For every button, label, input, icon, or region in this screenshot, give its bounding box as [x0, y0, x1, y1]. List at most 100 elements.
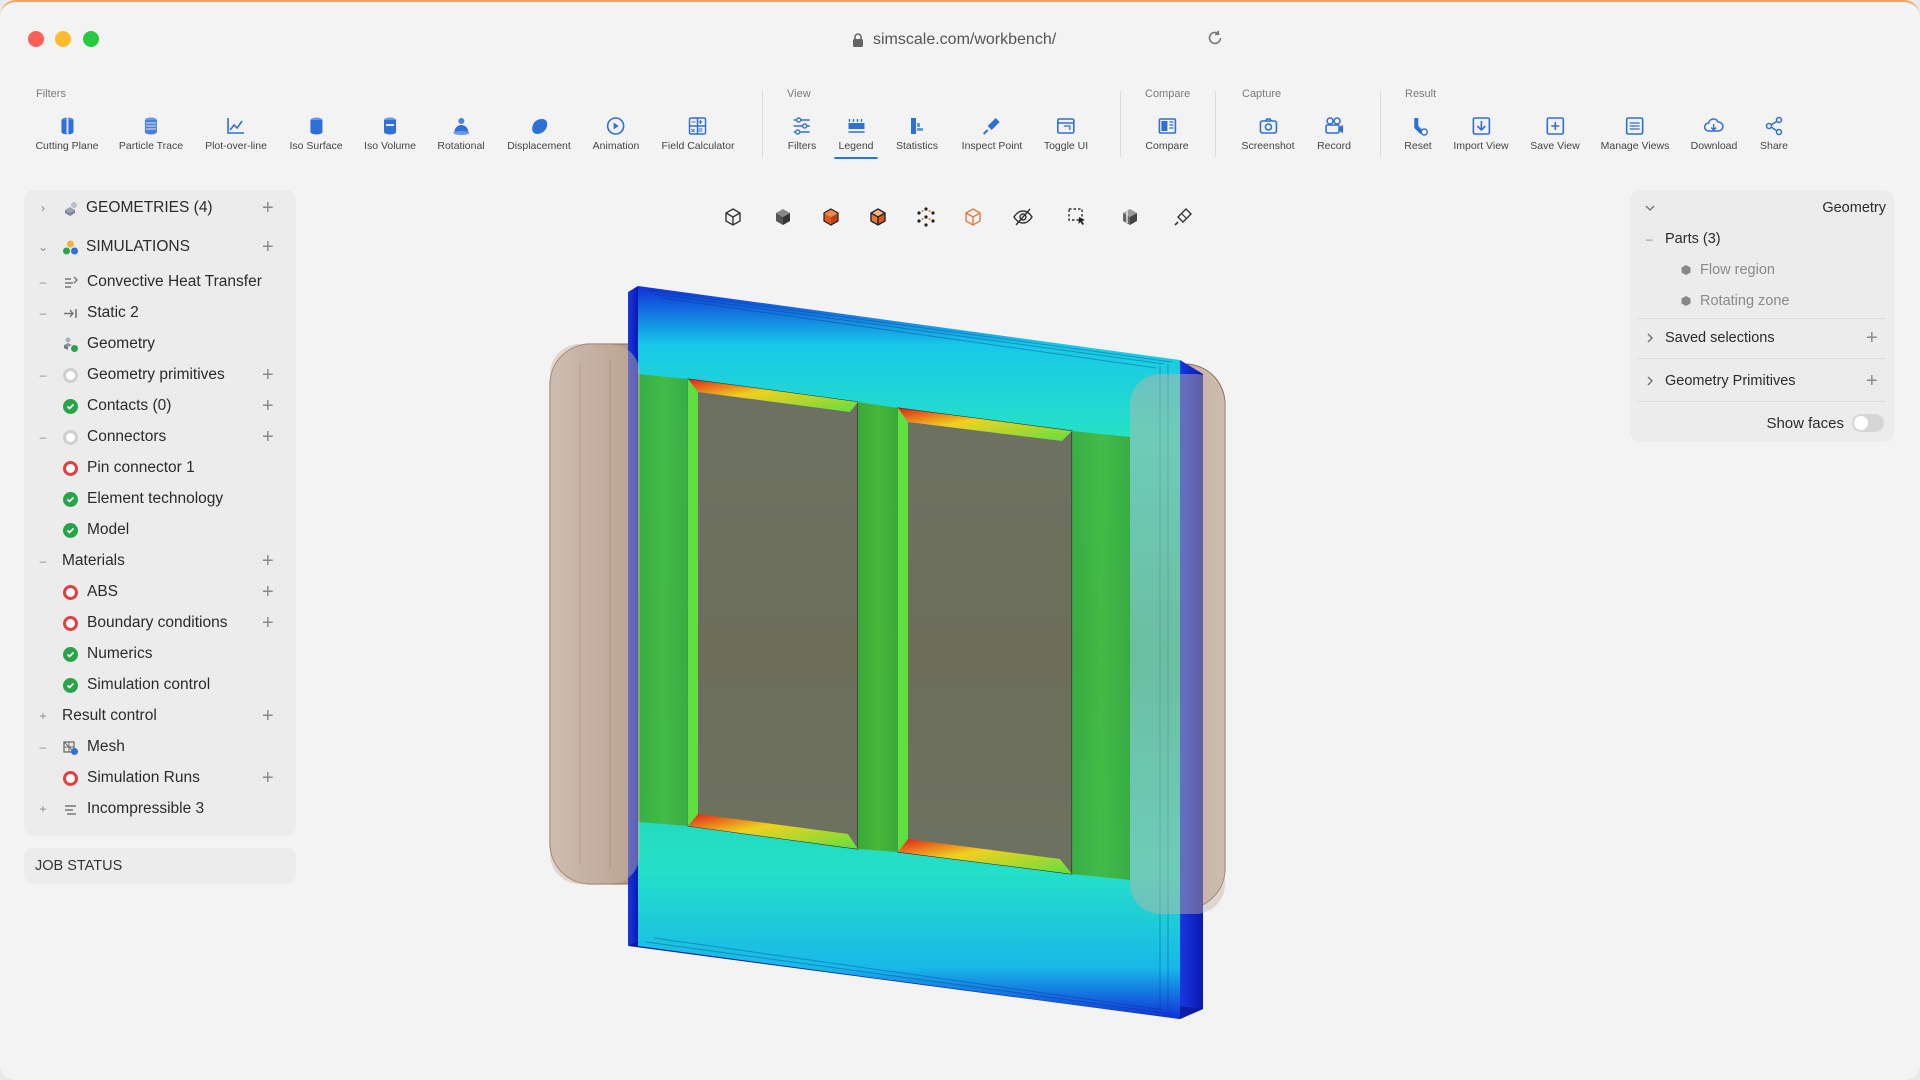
import-view-button[interactable]: Import View	[1453, 115, 1509, 152]
close-window-button[interactable]	[28, 31, 44, 47]
tree-item-simulation-runs[interactable]: Simulation Runs +	[24, 763, 296, 793]
add-boundary-condition-button[interactable]: +	[262, 613, 274, 633]
geometry-primitives-group[interactable]: Geometry Primitives +	[1630, 366, 1894, 396]
tree-item-static-2[interactable]: – Static 2	[24, 298, 296, 328]
add-contact-button[interactable]: +	[262, 396, 274, 416]
reload-icon[interactable]	[1206, 29, 1224, 47]
field-calculator-button[interactable]: Field Calculator	[662, 115, 734, 152]
download-button[interactable]: Download	[1691, 115, 1737, 152]
tree-item-element-technology[interactable]: Element technology	[24, 484, 296, 514]
manage-views-button[interactable]: Manage Views	[1601, 115, 1669, 152]
filters-button[interactable]: Filters	[788, 115, 816, 152]
zoom-window-button[interactable]	[83, 31, 99, 47]
tree-item-numerics[interactable]: Numerics	[24, 639, 296, 669]
legend-button[interactable]: Legend	[834, 115, 878, 159]
geometry-panel-header[interactable]: Geometry	[1630, 193, 1894, 223]
collapse-marker[interactable]: –	[1646, 232, 1653, 246]
measure-tool-button[interactable]	[1166, 200, 1200, 234]
minimize-window-button[interactable]	[55, 31, 71, 47]
tree-item-geometries[interactable]: › GEOMETRIES (4) +	[24, 193, 296, 223]
pending-status-icon	[62, 367, 79, 384]
tree-item-simulation-control[interactable]: Simulation control	[24, 670, 296, 700]
view-cube-outline-button[interactable]	[716, 200, 750, 234]
record-button[interactable]: Record	[1317, 115, 1351, 152]
tree-item-geometry-primitives[interactable]: – Geometry primitives +	[24, 360, 296, 390]
save-view-button[interactable]: Save View	[1530, 115, 1580, 152]
animation-button[interactable]: Animation	[593, 115, 639, 152]
displacement-label: Displacement	[507, 140, 571, 152]
add-geometry-primitive-button[interactable]: +	[262, 365, 274, 385]
address-bar[interactable]: simscale.com/workbench/	[852, 28, 1056, 52]
tree-item-contacts[interactable]: Contacts (0) +	[24, 391, 296, 421]
error-status-icon	[62, 584, 79, 601]
chevron-right-icon[interactable]: ›	[38, 201, 48, 215]
inspect-point-button[interactable]: Inspect Point	[961, 115, 1023, 152]
box-select-button[interactable]	[1060, 200, 1094, 234]
tree-item-mesh[interactable]: – Mesh	[24, 732, 296, 762]
view-points-button[interactable]	[909, 200, 943, 234]
chevron-right-icon[interactable]	[1643, 331, 1657, 345]
tree-item-boundary-conditions[interactable]: Boundary conditions +	[24, 608, 296, 638]
particle-trace-button[interactable]: Particle Trace	[119, 115, 183, 152]
view-surfaces-edges-button[interactable]	[861, 200, 895, 234]
part-item-rotating-zone[interactable]: Rotating zone	[1630, 286, 1894, 316]
plot-over-line-button[interactable]: Plot-over-line	[205, 115, 267, 152]
add-result-control-button[interactable]: +	[262, 706, 274, 726]
rotational-button[interactable]: Rotational	[437, 115, 485, 152]
add-material-button[interactable]: +	[262, 551, 274, 571]
share-button[interactable]: Share	[1760, 115, 1788, 152]
add-simulation-button[interactable]: +	[262, 237, 274, 257]
cutting-plane-button[interactable]: Cutting Plane	[35, 115, 99, 152]
tree-item-abs[interactable]: ABS +	[24, 577, 296, 607]
cutting-plane-icon	[60, 117, 73, 135]
section-view-button[interactable]	[1113, 200, 1147, 234]
panel-divider	[1638, 358, 1886, 359]
add-connector-button[interactable]: +	[262, 427, 274, 447]
tree-item-convective-heat-transfer[interactable]: – Convective Heat Transfer	[24, 267, 296, 297]
tree-item-materials[interactable]: – Materials +	[24, 546, 296, 576]
3d-viewport[interactable]	[520, 274, 1370, 1034]
chevron-down-icon[interactable]: ⌄	[38, 240, 48, 254]
core-window-left	[687, 378, 859, 850]
displacement-button[interactable]: Displacement	[507, 115, 571, 152]
job-status-panel[interactable]: JOB STATUS	[24, 848, 296, 884]
add-simulation-run-button[interactable]: +	[262, 768, 274, 788]
reset-button[interactable]: Reset	[1404, 115, 1432, 152]
tree-item-incompressible-3[interactable]: + Incompressible 3	[24, 794, 296, 824]
tree-label: Incompressible 3	[87, 800, 205, 817]
tree-item-pin-connector-1[interactable]: Pin connector 1	[24, 453, 296, 483]
collapse-marker: –	[39, 306, 47, 320]
tree-item-model[interactable]: Model	[24, 515, 296, 545]
hide-selection-button[interactable]	[1006, 200, 1040, 234]
chevron-down-icon[interactable]	[1643, 201, 1657, 215]
heat-transfer-icon	[62, 274, 79, 291]
tree-label: Static 2	[87, 304, 139, 321]
compare-button[interactable]: Compare	[1145, 115, 1189, 152]
view-cube-solid-button[interactable]	[766, 200, 800, 234]
parts-label: Parts (3)	[1665, 231, 1721, 247]
chevron-right-icon[interactable]	[1643, 374, 1657, 388]
tree-item-simulations[interactable]: ⌄ SIMULATIONS +	[24, 232, 296, 262]
show-faces-toggle[interactable]	[1852, 414, 1884, 432]
screenshot-button[interactable]: Screenshot	[1241, 115, 1295, 152]
core-left-leg	[638, 374, 688, 826]
inspect-point-label: Inspect Point	[961, 140, 1023, 152]
toggle-ui-button[interactable]: Toggle UI	[1044, 115, 1088, 152]
add-geometry-primitive-button[interactable]: +	[1866, 370, 1878, 393]
iso-surface-button[interactable]: Iso Surface	[289, 115, 343, 152]
view-surfaces-button[interactable]	[814, 200, 848, 234]
toggle-ui-label: Toggle UI	[1043, 140, 1089, 152]
tree-item-geometry[interactable]: Geometry	[24, 329, 296, 359]
statistics-button[interactable]: Statistics	[896, 115, 938, 152]
view-transparent-button[interactable]	[956, 200, 990, 234]
tree-item-connectors[interactable]: – Connectors +	[24, 422, 296, 452]
add-abs-button[interactable]: +	[262, 582, 274, 602]
parts-group[interactable]: – Parts (3)	[1630, 224, 1894, 254]
add-saved-selection-button[interactable]: +	[1866, 327, 1878, 350]
tree-item-result-control[interactable]: + Result control +	[24, 701, 296, 731]
iso-volume-button[interactable]: Iso Volume	[364, 115, 416, 152]
part-label: Flow region	[1700, 262, 1775, 278]
add-geometry-button[interactable]: +	[262, 198, 274, 218]
saved-selections-group[interactable]: Saved selections +	[1630, 323, 1894, 353]
part-item-flow-region[interactable]: Flow region	[1630, 255, 1894, 285]
